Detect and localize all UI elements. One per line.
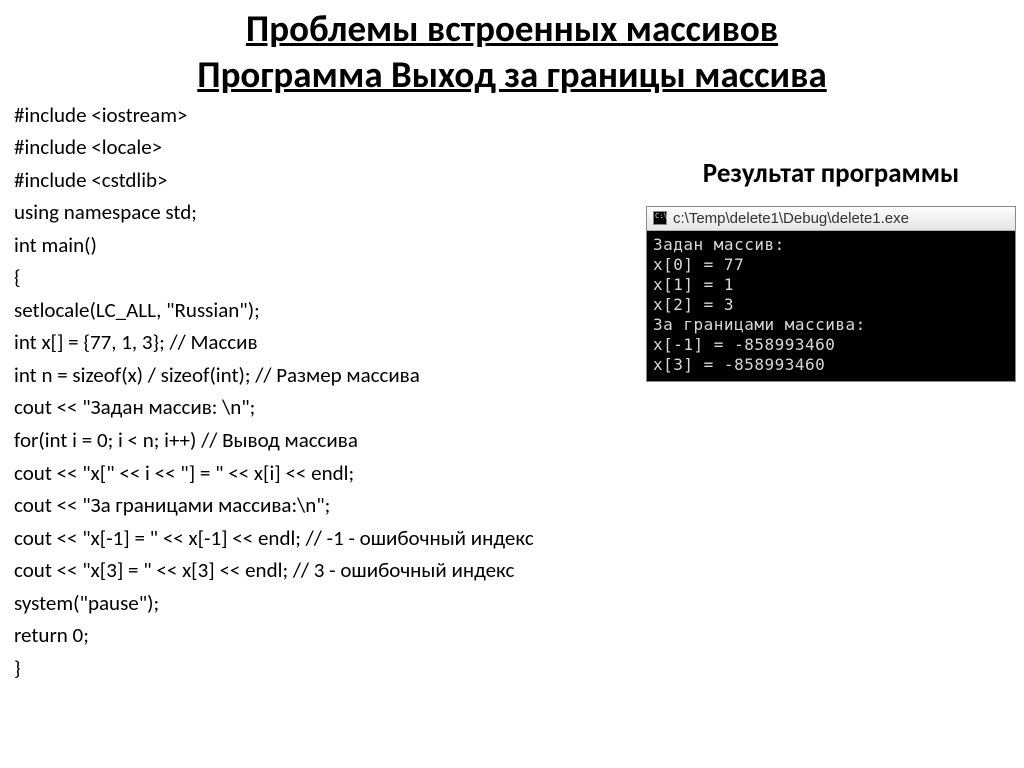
- result-heading: Результат программы: [646, 157, 1016, 190]
- result-column: Результат программы c:\Temp\delete1\Debu…: [646, 157, 1016, 382]
- console-title-text: c:\Temp\delete1\Debug\delete1.exe: [673, 210, 909, 227]
- title-line-1: Проблемы встроенных массивов: [246, 6, 778, 51]
- console-window: c:\Temp\delete1\Debug\delete1.exe Задан …: [646, 206, 1016, 382]
- console-app-icon: [653, 211, 667, 225]
- slide-title: Проблемы встроенных массивов Программа В…: [0, 0, 1024, 99]
- console-output: Задан массив: x[0] = 77 x[1] = 1 x[2] = …: [647, 231, 1015, 381]
- console-titlebar: c:\Temp\delete1\Debug\delete1.exe: [647, 207, 1015, 231]
- slide-content: #include <iostream> #include <locale> #i…: [0, 99, 1024, 685]
- title-line-2: Программа Выход за границы массива: [197, 52, 826, 97]
